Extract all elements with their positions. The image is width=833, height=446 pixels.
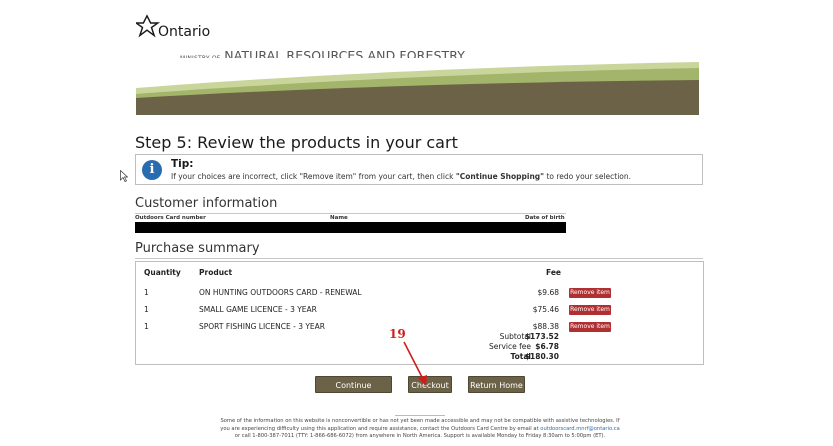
tip-title: Tip: xyxy=(171,158,194,170)
product-header: Product xyxy=(199,268,233,277)
date-of-birth-header: Date of birth xyxy=(525,215,565,221)
row-quantity: 1 xyxy=(144,305,149,314)
ontario-wordmark: Ontario xyxy=(158,24,211,40)
purchase-summary-heading: Purchase summary xyxy=(135,241,260,256)
remove-item-button[interactable]: Remove item xyxy=(569,288,611,298)
mouse-cursor-icon xyxy=(120,170,128,182)
row-product: SPORT FISHING LICENCE - 3 YEAR xyxy=(199,322,326,331)
remove-item-button[interactable]: Remove item xyxy=(569,322,611,332)
outdoors-card-number-header: Outdoors Card number xyxy=(135,215,206,221)
accessibility-footer: Some of the information on this website … xyxy=(220,418,620,441)
row-product: ON HUNTING OUTDOORS CARD - RENEWAL xyxy=(199,288,362,297)
subtotal-value: $173.52 xyxy=(524,332,559,341)
footer-divider xyxy=(395,415,445,416)
page-title: Step 5: Review the products in your cart xyxy=(135,133,458,152)
tip-text-after: to redo your selection. xyxy=(544,172,631,181)
name-header: Name xyxy=(330,215,348,221)
continue-shopping-button[interactable]: Continue Shopping xyxy=(315,376,392,407)
service-fee-label: Service fee xyxy=(489,342,531,351)
tip-text: If your choices are incorrect, click "Re… xyxy=(171,172,631,181)
support-email-link[interactable]: outdoorscard.mnrf@ontario.ca xyxy=(540,426,619,432)
total-value: $180.30 xyxy=(524,352,559,361)
row-fee: $75.46 xyxy=(532,305,559,314)
tip-text-before: If your choices are incorrect, click "Re… xyxy=(171,172,456,181)
divider xyxy=(135,213,566,214)
footer-line-1: Some of the information on this website … xyxy=(220,418,620,424)
footer-line-3: or call 1-800-387-7011 (TTY: 1-866-686-6… xyxy=(234,433,606,439)
row-quantity: 1 xyxy=(144,288,149,297)
annotation-arrow-icon xyxy=(403,341,427,386)
return-home-button[interactable]: Return Home xyxy=(468,376,525,393)
redacted-customer-row xyxy=(135,222,566,233)
row-fee: $88.38 xyxy=(532,322,559,331)
row-quantity: 1 xyxy=(144,322,149,331)
remove-item-button[interactable]: Remove item xyxy=(569,305,611,315)
customer-info-heading: Customer information xyxy=(135,196,278,211)
info-icon: i xyxy=(142,160,162,180)
footer-line-2: you are experiencing difficulty using th… xyxy=(220,426,620,434)
tip-text-bold: "Continue Shopping" xyxy=(455,172,545,181)
header-banner xyxy=(136,58,699,115)
quantity-header: Quantity xyxy=(144,268,181,277)
footer-line-2-text: you are experiencing difficulty using th… xyxy=(220,425,541,432)
service-fee-value: $6.78 xyxy=(535,342,559,351)
fee-header: Fee xyxy=(546,268,561,277)
row-product: SMALL GAME LICENCE - 3 YEAR xyxy=(199,305,317,314)
divider xyxy=(135,258,703,259)
row-fee: $9.68 xyxy=(537,288,559,297)
